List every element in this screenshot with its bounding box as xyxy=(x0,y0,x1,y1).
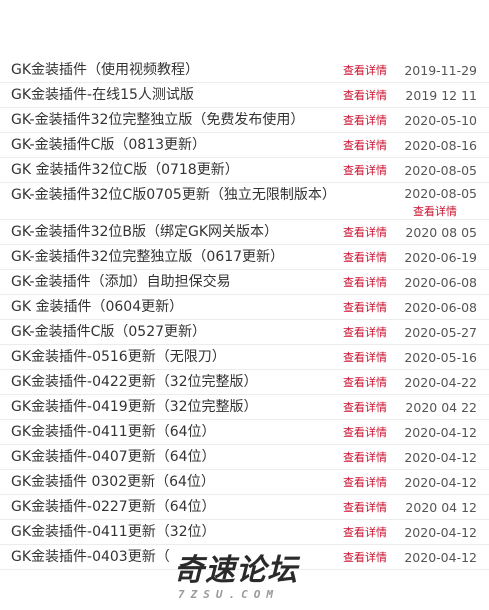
item-date: 2019 12 11 xyxy=(405,88,477,103)
item-title[interactable]: GK金装插件 0302更新（64位） xyxy=(11,474,215,491)
item-date: 2020-05-10 xyxy=(404,113,477,128)
item-date: 2020-04-12 xyxy=(404,550,477,565)
watermark-title: 奇速论坛 xyxy=(174,553,298,588)
item-date: 2020-04-12 xyxy=(404,450,477,465)
item-title[interactable]: GK-金装插件32位C版0705更新（独立无限制版本） xyxy=(11,187,336,204)
view-details-link[interactable]: 查看详情 xyxy=(343,164,387,177)
item-title[interactable]: GK金装插件-0403更新（ xyxy=(11,549,170,566)
view-details-link[interactable]: 查看详情 xyxy=(343,526,387,539)
view-details-link[interactable]: 查看详情 xyxy=(413,205,457,218)
item-title[interactable]: GK-金装插件32位B版（绑定GK网关版本） xyxy=(11,224,278,241)
view-details-link[interactable]: 查看详情 xyxy=(343,114,387,127)
item-title[interactable]: GK金装插件-在线15人测试版 xyxy=(11,87,194,104)
item-title[interactable]: GK金装插件（使用视频教程） xyxy=(11,62,199,79)
view-details-link[interactable]: 查看详情 xyxy=(343,139,387,152)
item-date: 2020-05-27 xyxy=(404,325,477,340)
view-details-link[interactable]: 查看详情 xyxy=(343,476,387,489)
list-item: GK金装插件（使用视频教程） 查看详情 2019-11-29 xyxy=(0,58,489,83)
view-details-link[interactable]: 查看详情 xyxy=(343,64,387,77)
item-date: 2020-04-12 xyxy=(404,425,477,440)
item-date: 2020 04 22 xyxy=(405,400,477,415)
list-item: GK-金装插件32位B版（绑定GK网关版本） 查看详情 2020 08 05 xyxy=(0,220,489,245)
release-list: GK金装插件（使用视频教程） 查看详情 2019-11-29 GK金装插件-在线… xyxy=(0,58,489,570)
view-details-link[interactable]: 查看详情 xyxy=(343,276,387,289)
item-title[interactable]: GK 金装插件（0604更新） xyxy=(11,299,183,316)
item-title[interactable]: GK金装插件-0407更新（64位） xyxy=(11,449,216,466)
list-item: GK金装插件-0411更新（64位） 查看详情 2020-04-12 xyxy=(0,420,489,445)
item-title[interactable]: GK-金装插件（添加）自助担保交易 xyxy=(11,274,231,291)
item-title[interactable]: GK金装插件-0411更新（64位） xyxy=(11,424,216,441)
view-details-link[interactable]: 查看详情 xyxy=(343,551,387,564)
item-date: 2020-04-22 xyxy=(404,375,477,390)
list-item: GK-金装插件C版（0813更新） 查看详情 2020-08-16 xyxy=(0,133,489,158)
item-title[interactable]: GK金装插件-0419更新（32位完整版） xyxy=(11,399,258,416)
item-date: 2020-04-12 xyxy=(404,475,477,490)
item-date: 2020-06-08 xyxy=(404,300,477,315)
item-title[interactable]: GK金装插件-0411更新（32位） xyxy=(11,524,216,541)
view-details-link[interactable]: 查看详情 xyxy=(343,501,387,514)
item-date: 2020-08-05 xyxy=(404,186,477,201)
list-item: GK-金装插件32位完整独立版（0617更新） 查看详情 2020-06-19 xyxy=(0,245,489,270)
list-item: GK-金装插件32位完整独立版（免费发布使用） 查看详情 2020-05-10 xyxy=(0,108,489,133)
item-date: 2020-06-19 xyxy=(404,250,477,265)
list-item: GK 金装插件32位C版（0718更新） 查看详情 2020-08-05 xyxy=(0,158,489,183)
view-details-link[interactable]: 查看详情 xyxy=(343,376,387,389)
view-details-link[interactable]: 查看详情 xyxy=(343,351,387,364)
item-title[interactable]: GK-金装插件C版（0813更新） xyxy=(11,137,206,154)
list-item: GK-金装插件（添加）自助担保交易 查看详情 2020-06-08 xyxy=(0,270,489,295)
item-date: 2020-06-08 xyxy=(404,275,477,290)
list-item: GK-金装插件C版（0527更新） 查看详情 2020-05-27 xyxy=(0,320,489,345)
list-item: GK金装插件 0302更新（64位） 查看详情 2020-04-12 xyxy=(0,470,489,495)
view-details-link[interactable]: 查看详情 xyxy=(343,89,387,102)
view-details-link[interactable]: 查看详情 xyxy=(343,401,387,414)
list-item: GK金装插件-0407更新（64位） 查看详情 2020-04-12 xyxy=(0,445,489,470)
item-date: 2020 04 12 xyxy=(405,500,477,515)
list-item: GK金装插件-0227更新（64位） 查看详情 2020 04 12 xyxy=(0,495,489,520)
item-title[interactable]: GK金装插件-0227更新（64位） xyxy=(11,499,216,516)
view-details-link[interactable]: 查看详情 xyxy=(343,226,387,239)
list-item: GK-金装插件32位C版0705更新（独立无限制版本） 查看详情 2020-08… xyxy=(0,183,489,220)
item-title[interactable]: GK-金装插件C版（0527更新） xyxy=(11,324,206,341)
view-details-link[interactable]: 查看详情 xyxy=(343,451,387,464)
list-item: GK金装插件-0422更新（32位完整版） 查看详情 2020-04-22 xyxy=(0,370,489,395)
view-details-link[interactable]: 查看详情 xyxy=(343,426,387,439)
list-item: GK金装插件-在线15人测试版 查看详情 2019 12 11 xyxy=(0,83,489,108)
item-title[interactable]: GK-金装插件32位完整独立版（0617更新） xyxy=(11,249,284,266)
list-item: GK金装插件-0419更新（32位完整版） 查看详情 2020 04 22 xyxy=(0,395,489,420)
item-date: 2020-05-16 xyxy=(404,350,477,365)
item-date: 2020 08 05 xyxy=(405,225,477,240)
item-title[interactable]: GK-金装插件32位完整独立版（免费发布使用） xyxy=(11,112,304,129)
view-details-link[interactable]: 查看详情 xyxy=(343,251,387,264)
view-details-link[interactable]: 查看详情 xyxy=(343,326,387,339)
list-item: GK 金装插件（0604更新） 查看详情 2020-06-08 xyxy=(0,295,489,320)
item-date: 2019-11-29 xyxy=(404,63,477,78)
item-title[interactable]: GK金装插件-0422更新（32位完整版） xyxy=(11,374,258,391)
item-date: 2020-08-05 xyxy=(404,163,477,178)
forum-watermark-logo: 奇速论坛 7ZSU.COM xyxy=(168,552,318,606)
item-title[interactable]: GK 金装插件32位C版（0718更新） xyxy=(11,162,239,179)
list-item: GK金装插件-0516更新（无限刀） 查看详情 2020-05-16 xyxy=(0,345,489,370)
item-date: 2020-08-16 xyxy=(404,138,477,153)
item-title[interactable]: GK金装插件-0516更新（无限刀） xyxy=(11,349,226,366)
view-details-link[interactable]: 查看详情 xyxy=(343,301,387,314)
list-item: GK金装插件-0411更新（32位） 查看详情 2020-04-12 xyxy=(0,520,489,545)
watermark-domain: 7ZSU.COM xyxy=(178,588,279,601)
item-date: 2020-04-12 xyxy=(404,525,477,540)
